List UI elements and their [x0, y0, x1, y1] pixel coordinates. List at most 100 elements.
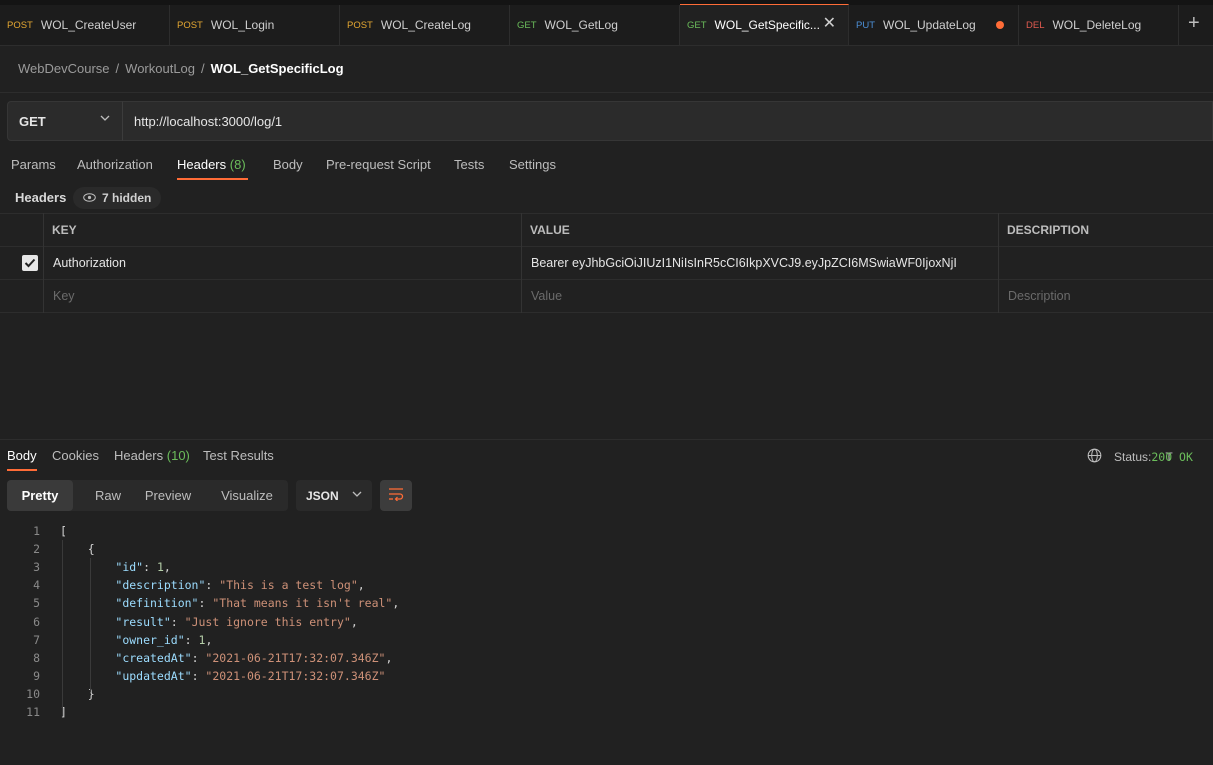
new-description-input[interactable]: Description	[1000, 280, 1071, 312]
response-tab-headers[interactable]: Headers (10)	[114, 448, 190, 463]
response-tab-cookies[interactable]: Cookies	[52, 448, 99, 463]
code-token: "definition"	[115, 596, 199, 610]
column-header-key: KEY	[52, 223, 77, 237]
breadcrumb-item-workoutlog[interactable]: WorkoutLog	[125, 61, 195, 76]
line-number: 3	[33, 560, 40, 574]
tab-wol-createuser[interactable]: POST WOL_CreateUser	[0, 5, 170, 45]
tab-label: WOL_UpdateLog	[883, 18, 976, 32]
close-icon[interactable]: ✕	[823, 16, 836, 32]
url-input[interactable]: http://localhost:3000/log/1	[122, 101, 1213, 141]
header-value-cell[interactable]: Bearer eyJhbGciOiJIUzI1NiIsInR5cCI6IkpXV…	[523, 247, 998, 279]
format-select[interactable]: JSON	[296, 480, 372, 511]
line-number: 4	[33, 578, 40, 592]
view-mode-switcher: Pretty Raw Preview Visualize	[7, 480, 288, 511]
code-token: "createdAt"	[115, 651, 192, 665]
tab-settings[interactable]: Settings	[509, 157, 556, 172]
code-token: ,	[205, 633, 213, 647]
divider	[0, 439, 1213, 440]
tab-headers[interactable]: Headers (8)	[177, 157, 246, 172]
method-select[interactable]: GET	[7, 101, 123, 141]
code-token: :	[143, 560, 157, 574]
tab-method: POST	[177, 19, 203, 31]
request-tab-bar: POST WOL_CreateUser POST WOL_Login POST …	[0, 0, 1213, 46]
header-key-cell[interactable]: Authorization	[45, 247, 126, 279]
tab-method: DEL	[1026, 19, 1045, 31]
code-line: "owner_id": 1,	[60, 633, 212, 647]
header-description-cell[interactable]	[999, 247, 1007, 279]
wrap-lines-button[interactable]	[380, 480, 412, 511]
code-line: "definition": "That means it isn't real"…	[60, 596, 399, 610]
tab-label: WOL_CreateLog	[380, 18, 471, 32]
tab-wol-getspecificlog[interactable]: GET WOL_GetSpecific... ✕	[680, 4, 849, 45]
code-token: ,	[350, 615, 358, 629]
line-number: 6	[33, 615, 40, 629]
method-value: GET	[19, 113, 46, 129]
code-token: "2021-06-21T17:32:07.346Z"	[205, 651, 386, 665]
code-token: ,	[163, 560, 171, 574]
code-line: "id": 1,	[60, 560, 171, 574]
line-number: 7	[33, 633, 40, 647]
tab-tests[interactable]: Tests	[454, 157, 484, 172]
view-mode-pretty[interactable]: Pretty	[7, 480, 73, 511]
code-line: "updatedAt": "2021-06-21T17:32:07.346Z"	[60, 669, 385, 683]
status-label: Status:	[1114, 450, 1152, 464]
tab-params[interactable]: Params	[11, 157, 56, 172]
code-token: :	[198, 596, 213, 610]
status-code: 200 OK	[1151, 450, 1193, 464]
code-token: :	[191, 669, 206, 683]
tab-wol-login[interactable]: POST WOL_Login	[170, 5, 340, 45]
view-mode-visualize[interactable]: Visualize	[213, 480, 281, 511]
view-mode-preview[interactable]: Preview	[137, 480, 199, 511]
code-token: "description"	[115, 578, 206, 592]
globe-icon[interactable]	[1087, 448, 1102, 466]
tab-method: GET	[687, 19, 707, 31]
line-number: 11	[26, 705, 40, 719]
response-tab-test-results[interactable]: Test Results	[203, 448, 274, 463]
code-token: "owner_id"	[115, 633, 185, 647]
divider	[0, 312, 1213, 313]
new-key-input[interactable]: Key	[45, 280, 75, 312]
code-token: ,	[385, 651, 393, 665]
new-value-input[interactable]: Value	[523, 280, 562, 312]
code-token: "updatedAt"	[115, 669, 192, 683]
wrap-lines-icon	[388, 487, 404, 504]
code-token: :	[191, 651, 206, 665]
chevron-down-icon	[352, 489, 362, 502]
view-mode-raw[interactable]: Raw	[85, 480, 131, 511]
code-token: "Just ignore this entry"	[184, 615, 351, 629]
hidden-headers-toggle[interactable]: 7 hidden	[73, 187, 162, 209]
divider	[0, 92, 1213, 93]
plus-icon[interactable]: +	[1188, 13, 1200, 33]
header-enabled-checkbox[interactable]	[22, 255, 38, 271]
code-token: :	[205, 578, 220, 592]
tab-wol-getlog[interactable]: GET WOL_GetLog	[510, 5, 680, 45]
code-token: "This is a test log"	[219, 578, 358, 592]
code-token: ,	[392, 596, 400, 610]
format-value: JSON	[306, 488, 339, 503]
line-number: 5	[33, 596, 40, 610]
headers-section-label: Headers	[15, 190, 67, 205]
tab-prerequest-script[interactable]: Pre-request Script	[326, 157, 431, 172]
breadcrumb-separator: /	[115, 61, 120, 76]
tab-body[interactable]: Body	[273, 157, 303, 172]
code-token: ,	[357, 578, 365, 592]
eye-icon	[83, 191, 96, 205]
url-value: http://localhost:3000/log/1	[134, 113, 283, 129]
line-number: 2	[33, 542, 40, 556]
line-number: 1	[33, 524, 40, 538]
tab-wol-updatelog[interactable]: PUT WOL_UpdateLog	[849, 5, 1019, 45]
tab-label: WOL_GetSpecific...	[714, 18, 820, 32]
code-token: {	[60, 542, 95, 556]
response-tab-body[interactable]: Body	[7, 448, 37, 463]
code-token: :	[184, 633, 199, 647]
tab-wol-createlog[interactable]: POST WOL_CreateLog	[340, 5, 510, 45]
breadcrumb-current[interactable]: WOL_GetSpecificLog	[211, 61, 344, 76]
code-token: "2021-06-21T17:32:07.346Z"	[205, 669, 386, 683]
breadcrumb-item-webdevcourse[interactable]: WebDevCourse	[18, 61, 110, 76]
tab-authorization[interactable]: Authorization	[77, 157, 153, 172]
tab-wol-deletelog[interactable]: DEL WOL_DeleteLog	[1019, 5, 1179, 45]
